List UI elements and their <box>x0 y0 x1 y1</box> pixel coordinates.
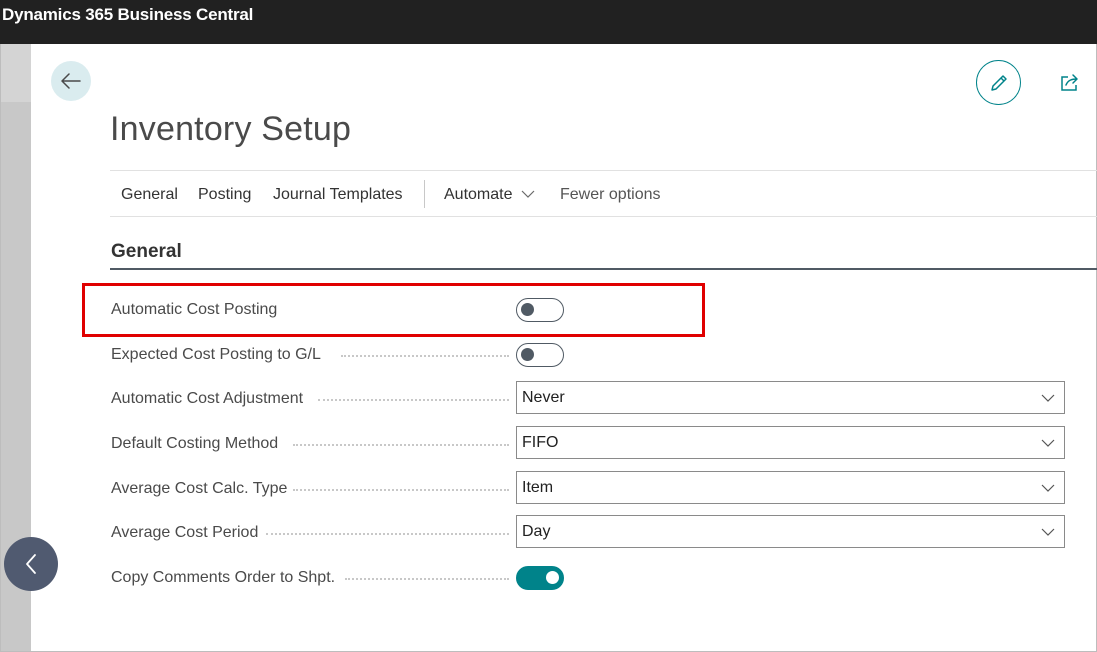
toggle-knob <box>546 571 559 584</box>
chevron-down-icon <box>1041 439 1055 447</box>
field-leader <box>341 355 509 357</box>
chevron-left-icon <box>26 554 36 574</box>
field-label-expected-cost-posting: Expected Cost Posting to G/L <box>111 346 321 363</box>
pencil-icon <box>990 74 1007 91</box>
toggle-knob <box>521 348 534 361</box>
field-label-copy-comments: Copy Comments Order to Shpt. <box>111 569 336 586</box>
field-leader <box>345 578 509 580</box>
menu-general[interactable]: General <box>121 186 178 204</box>
field-label-default-costing-method: Default Costing Method <box>111 435 279 452</box>
section-title[interactable]: General <box>111 241 182 263</box>
chevron-down-icon <box>1041 484 1055 492</box>
field-leader <box>266 533 509 535</box>
menu-divider <box>424 180 425 208</box>
share-button[interactable] <box>1058 71 1082 93</box>
field-leader <box>293 444 509 446</box>
chevron-down-icon <box>1041 528 1055 536</box>
field-label-average-cost-period: Average Cost Period <box>111 524 259 541</box>
select-value: Day <box>522 523 551 540</box>
field-label-automatic-cost-adjustment: Automatic Cost Adjustment <box>111 390 304 407</box>
collapse-button[interactable] <box>4 537 58 591</box>
menu-automate-label: Automate <box>444 186 513 203</box>
menu-posting[interactable]: Posting <box>198 186 251 204</box>
default-costing-method-select[interactable]: FIFO <box>516 426 1065 459</box>
highlight-box <box>82 283 705 337</box>
app-titlebar: Dynamics 365 Business Central <box>0 0 1097 44</box>
select-value: FIFO <box>522 434 559 451</box>
arrow-left-icon <box>61 73 81 89</box>
menu-automate[interactable]: Automate <box>444 186 535 204</box>
chevron-down-icon <box>521 190 535 198</box>
section-divider <box>110 268 1097 270</box>
expected-cost-posting-toggle[interactable] <box>516 343 564 367</box>
copy-comments-toggle[interactable] <box>516 566 564 590</box>
action-bar: General Posting Journal Templates Automa… <box>110 170 1097 217</box>
menu-fewer-options[interactable]: Fewer options <box>560 186 661 204</box>
automatic-cost-adjustment-select[interactable]: Never <box>516 381 1065 414</box>
field-leader <box>318 399 509 401</box>
app-title: Dynamics 365 Business Central <box>2 5 254 24</box>
chevron-down-icon <box>1041 394 1055 402</box>
menu-journal-templates[interactable]: Journal Templates <box>273 186 403 204</box>
field-label-average-cost-calc-type: Average Cost Calc. Type <box>111 480 288 497</box>
average-cost-calc-type-select[interactable]: Item <box>516 471 1065 504</box>
edit-button[interactable] <box>976 60 1021 105</box>
select-value: Never <box>522 389 565 406</box>
share-icon <box>1061 74 1078 91</box>
average-cost-period-select[interactable]: Day <box>516 515 1065 548</box>
select-value: Item <box>522 479 554 496</box>
back-button[interactable] <box>51 61 91 101</box>
page-title: Inventory Setup <box>110 110 352 148</box>
field-leader <box>293 489 509 491</box>
